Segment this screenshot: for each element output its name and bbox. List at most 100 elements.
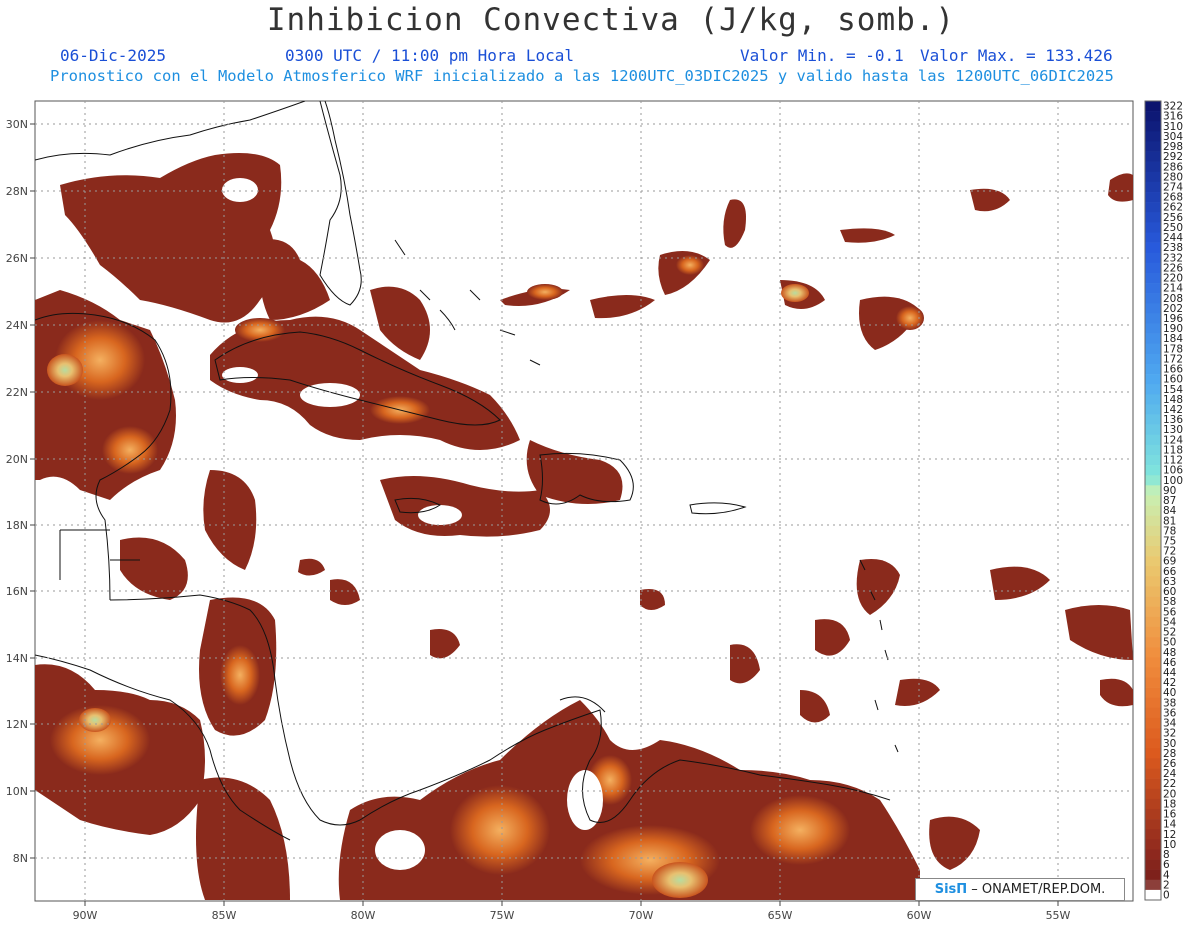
colorbar-swatch [1145,748,1161,759]
colorbar-swatch [1145,738,1161,749]
colorbar-swatch [1145,717,1161,729]
colorbar-swatch [1145,171,1161,183]
colorbar-swatch [1145,131,1161,142]
map-figure: 90W 85W 80W 75W 70W 65W 60W 55W 30N 28N … [6,100,1183,922]
sispi-logo: SisΠ [934,882,968,897]
colorbar-swatch [1145,697,1161,709]
lat-tick-label: 24N [6,319,28,332]
lon-tick-label: 75W [490,909,515,922]
colorbar-swatch [1145,394,1161,405]
colorbar-swatch [1145,566,1161,577]
colorbar-swatch [1145,212,1161,223]
colorbar-swatch [1145,192,1161,203]
colorbar-swatch [1145,647,1161,658]
lat-tick-label: 22N [6,386,28,399]
colorbar-swatch [1145,404,1161,415]
colorbar: 3223163103042982922862802742682622562502… [1144,100,1183,901]
colorbar-swatch [1145,556,1161,567]
colorbar-swatch [1145,728,1161,739]
colorbar-swatch [1145,313,1161,324]
colorbar-swatch [1145,849,1161,860]
colorbar-swatch [1145,768,1161,779]
colorbar-swatch [1145,323,1161,334]
colorbar-swatch [1145,303,1161,314]
lat-tick-label: 16N [6,585,28,598]
colorbar-swatch [1145,637,1161,648]
lat-tick-label: 8N [13,852,28,865]
lat-tick-label: 10N [6,785,28,798]
lon-tick-label: 65W [768,909,793,922]
colorbar-swatch [1145,788,1161,800]
colorbar-swatch [1145,707,1161,719]
lon-tick-label: 85W [212,909,237,922]
colorbar-swatch [1145,515,1161,527]
colorbar-swatch [1145,879,1161,891]
colorbar-swatch [1145,616,1161,628]
credit-text: – ONAMET/REP.DOM. [967,882,1106,897]
colorbar-swatch [1145,181,1161,193]
colorbar-swatch [1145,454,1161,466]
lat-tick-label: 30N [6,118,28,131]
colorbar-swatch [1145,444,1161,456]
colorbar-swatch [1145,576,1161,587]
colorbar-swatch [1145,343,1161,355]
colorbar-swatch [1145,687,1161,699]
colorbar-swatch [1145,272,1161,284]
colorbar-swatch [1145,434,1161,446]
lat-tick-label: 20N [6,453,28,466]
colorbar-swatch [1145,596,1161,607]
lon-tick-label: 70W [629,909,654,922]
colorbar-swatch [1145,353,1161,365]
colorbar-swatch [1145,778,1161,790]
lon-tick-label: 90W [73,909,98,922]
colorbar-swatch [1145,222,1161,233]
lat-tick-label: 12N [6,718,28,731]
colorbar-swatch [1145,262,1161,274]
colorbar-swatch [1145,869,1161,881]
colorbar-swatch [1145,374,1161,385]
colorbar-swatch [1145,465,1161,476]
colorbar-swatch [1145,202,1161,213]
colorbar-swatch [1145,141,1161,152]
colorbar-swatch [1145,161,1161,173]
colorbar-swatch [1145,626,1161,638]
colorbar-swatch [1145,252,1161,264]
colorbar-swatch [1145,859,1161,870]
credit-box: SisΠ – ONAMET/REP.DOM. [915,878,1125,901]
colorbar-swatch [1145,151,1161,162]
colorbar-swatch [1145,505,1161,516]
colorbar-swatch [1145,889,1161,901]
lat-tick-label: 18N [6,519,28,532]
colorbar-swatch [1145,657,1161,668]
colorbar-swatch [1145,677,1161,688]
colorbar-swatch [1145,485,1161,496]
colorbar-swatch [1145,495,1161,506]
colorbar-swatch [1145,606,1161,618]
lat-tick-label: 28N [6,185,28,198]
lat-tick-label: 14N [6,652,28,665]
colorbar-swatch [1145,535,1161,547]
colorbar-swatch [1145,283,1161,294]
colorbar-swatch [1145,424,1161,436]
colorbar-swatch [1145,384,1161,395]
colorbar-swatch [1145,546,1161,557]
colorbar-swatch [1145,111,1161,122]
colorbar-swatch [1145,819,1161,830]
colorbar-swatch [1145,414,1161,425]
colorbar-swatch [1145,839,1161,850]
colorbar-swatch [1145,798,1161,810]
colorbar-swatch [1145,232,1161,243]
colorbar-swatch [1145,293,1161,304]
colorbar-swatch [1145,667,1161,678]
colorbar-swatch [1145,525,1161,537]
lon-tick-label: 55W [1046,909,1071,922]
colorbar-swatch [1145,475,1161,486]
colorbar-swatch [1145,333,1161,345]
colorbar-swatch [1145,829,1161,840]
colorbar-swatch [1145,101,1161,112]
colorbar-swatch [1145,758,1161,769]
colorbar-swatch [1145,808,1161,820]
lat-tick-label: 26N [6,252,28,265]
lon-tick-label: 60W [907,909,932,922]
colorbar-swatch [1145,586,1161,597]
